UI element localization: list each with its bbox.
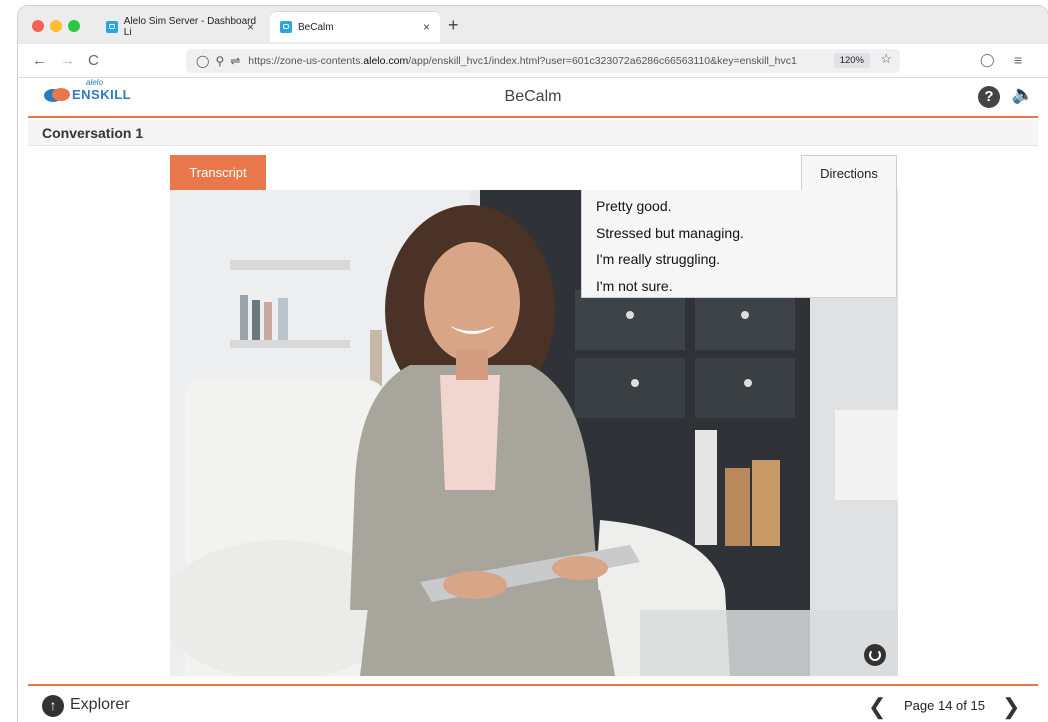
explorer-button[interactable]: Explorer bbox=[70, 696, 130, 714]
tab-bar: Alelo Sim Server - Dashboard Li × BeCalm… bbox=[18, 6, 1048, 44]
pocket-icon[interactable]: ◯ bbox=[980, 52, 995, 68]
back-icon[interactable]: ← bbox=[32, 52, 47, 69]
tab-label: BeCalm bbox=[298, 21, 334, 33]
address-bar[interactable]: ◯ ⚲ ⇌ https://zone-us-contents.alelo.com… bbox=[186, 49, 900, 73]
response-option[interactable]: I'm really struggling. bbox=[596, 247, 896, 274]
page-indicator: Page 14 of 15 bbox=[904, 698, 985, 713]
tab-close-icon[interactable]: × bbox=[423, 20, 430, 34]
directions-tab[interactable]: Directions bbox=[801, 155, 897, 190]
app-frame: alelo ENSKILL BeCalm ? 🔈 Conversation 1 … bbox=[28, 78, 1038, 722]
navigation-toolbar: ← → C ◯ ⚲ ⇌ https://zone-us-contents.ale… bbox=[18, 44, 1048, 78]
conversation-title: Conversation 1 bbox=[42, 125, 144, 141]
tab-alelo-dashboard[interactable]: Alelo Sim Server - Dashboard Li × bbox=[96, 12, 264, 42]
hamburger-icon[interactable]: ≡ bbox=[1014, 52, 1022, 68]
alelo-favicon-icon bbox=[280, 21, 292, 33]
minimize-window-button[interactable] bbox=[50, 20, 62, 32]
forward-icon[interactable]: → bbox=[60, 52, 75, 69]
alelo-favicon-icon bbox=[106, 21, 118, 33]
footer-bar: ↑ Explorer ❮ Page 14 of 15 ❯ bbox=[28, 684, 1038, 722]
reload-icon[interactable]: C bbox=[88, 52, 99, 69]
replay-icon[interactable] bbox=[864, 644, 886, 666]
logo-subtext: alelo bbox=[86, 78, 103, 87]
response-option[interactable]: Pretty good. bbox=[596, 194, 896, 221]
conversation-bar: Conversation 1 bbox=[28, 120, 1038, 146]
close-window-button[interactable] bbox=[32, 20, 44, 32]
response-option[interactable]: I'm not sure. bbox=[596, 274, 896, 301]
shield-icon[interactable]: ◯ bbox=[196, 54, 209, 68]
bookmark-star-icon[interactable]: ☆ bbox=[880, 51, 892, 67]
zoom-level-badge[interactable]: 120% bbox=[833, 53, 870, 68]
browser-window: Alelo Sim Server - Dashboard Li × BeCalm… bbox=[18, 6, 1048, 722]
app-header: alelo ENSKILL BeCalm ? 🔈 bbox=[28, 78, 1038, 118]
help-icon[interactable]: ? bbox=[978, 86, 1000, 108]
permissions-icon[interactable]: ⇌ bbox=[230, 54, 240, 68]
lock-icon[interactable]: ⚲ bbox=[215, 54, 224, 68]
transcript-tab[interactable]: Transcript bbox=[170, 155, 266, 190]
page-title: BeCalm bbox=[504, 88, 562, 105]
new-tab-button[interactable]: + bbox=[448, 15, 459, 36]
next-page-icon[interactable]: ❯ bbox=[1002, 694, 1020, 720]
url-text[interactable]: https://zone-us-contents.alelo.com/app/e… bbox=[248, 55, 808, 67]
tab-becalm[interactable]: BeCalm × bbox=[270, 12, 440, 42]
tab-close-icon[interactable]: × bbox=[247, 20, 254, 34]
maximize-window-button[interactable] bbox=[68, 20, 80, 32]
speaker-icon[interactable]: 🔈 bbox=[1012, 84, 1034, 105]
response-options-menu: Pretty good. Stressed but managing. I'm … bbox=[581, 190, 897, 298]
up-arrow-icon[interactable]: ↑ bbox=[42, 695, 64, 717]
previous-page-icon[interactable]: ❮ bbox=[868, 694, 886, 720]
tab-label: Alelo Sim Server - Dashboard Li bbox=[123, 16, 257, 38]
response-option[interactable]: Stressed but managing. bbox=[596, 221, 896, 248]
